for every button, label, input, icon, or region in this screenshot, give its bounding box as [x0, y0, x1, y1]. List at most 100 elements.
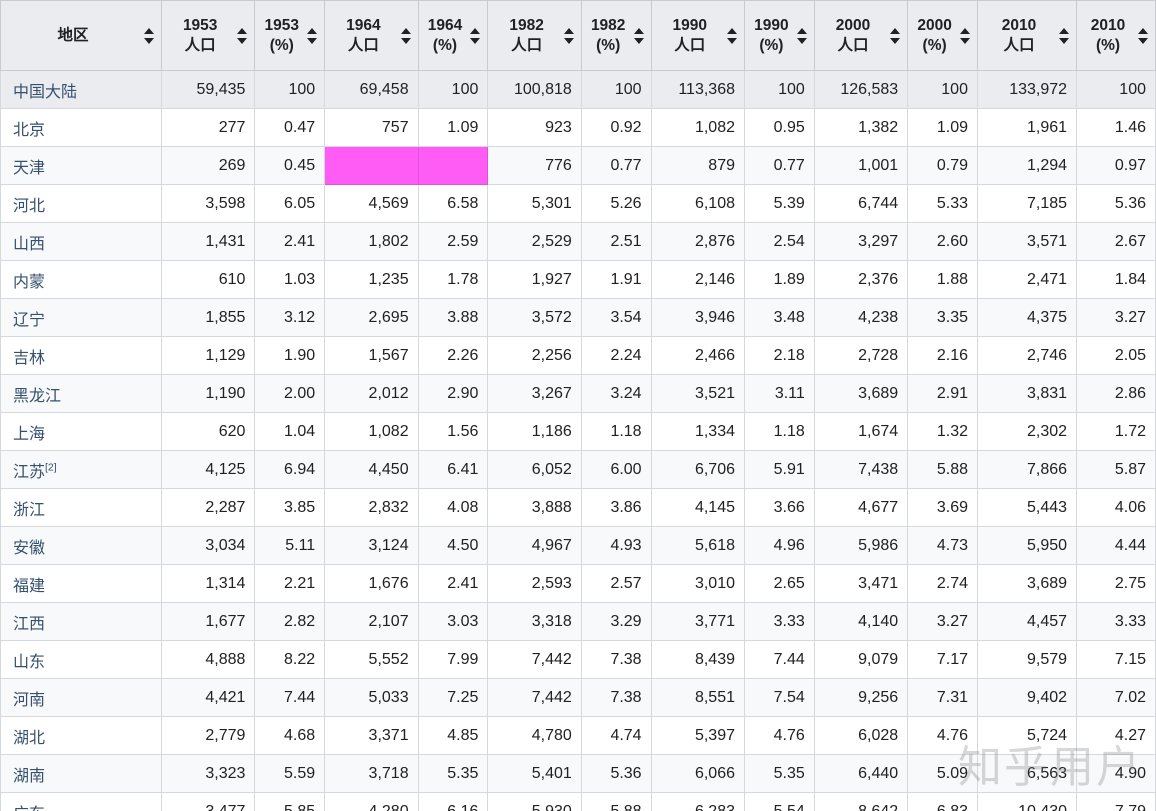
- region-link[interactable]: 河北: [13, 198, 45, 215]
- region-link[interactable]: 广东: [13, 806, 45, 811]
- column-header-1982-population[interactable]: 1982 人口: [487, 0, 582, 71]
- region-link[interactable]: 河南: [13, 692, 45, 709]
- data-cell: 3.48: [744, 298, 815, 337]
- sort-toggle-icon[interactable]: [307, 27, 318, 45]
- data-cell: 2.00: [254, 374, 326, 413]
- column-header-2010-population[interactable]: 2010 人口: [976, 0, 1078, 71]
- region-link[interactable]: 山西: [13, 236, 45, 253]
- region-name-cell[interactable]: 北京: [0, 108, 162, 147]
- data-cell: 8.22: [254, 640, 326, 679]
- region-name-cell[interactable]: 黑龙江: [0, 374, 162, 413]
- region-link[interactable]: 中国大陆: [13, 84, 77, 101]
- column-header-1990-percent[interactable]: 1990 (%): [744, 0, 815, 71]
- column-header-2010-percent[interactable]: 2010 (%): [1076, 0, 1156, 71]
- column-header-1990-population[interactable]: 1990 人口: [650, 0, 746, 71]
- data-cell: 100,818: [487, 70, 582, 109]
- region-name-cell[interactable]: 江苏[2]: [0, 450, 162, 489]
- column-header-region[interactable]: 地区: [0, 0, 162, 71]
- sort-toggle-icon[interactable]: [959, 27, 971, 45]
- data-cell: 7.38: [580, 678, 652, 717]
- data-cell: 1,567: [324, 336, 419, 375]
- sort-toggle-icon[interactable]: [796, 27, 808, 45]
- region-name-cell[interactable]: 山东: [0, 640, 162, 679]
- region-name-cell[interactable]: 浙江: [0, 488, 162, 527]
- column-header-metric: (%): [596, 36, 621, 54]
- region-name-cell[interactable]: 江西: [0, 602, 162, 641]
- data-cell: 3,571: [976, 222, 1078, 261]
- region-name-cell[interactable]: 湖北: [0, 716, 162, 755]
- sort-toggle-icon[interactable]: [400, 27, 412, 45]
- data-cell: 3.12: [254, 298, 326, 337]
- region-name-cell[interactable]: 山西: [0, 222, 162, 261]
- region-link[interactable]: 辽宁: [13, 312, 45, 329]
- column-header-1953-percent[interactable]: 1953 (%): [254, 0, 326, 71]
- region-name-cell[interactable]: 福建: [0, 564, 162, 603]
- data-cell: 6.41: [417, 450, 489, 489]
- sort-toggle-icon[interactable]: [143, 27, 155, 45]
- region-link[interactable]: 天津: [13, 160, 45, 177]
- table-row: 湖北 2,779 4.68 3,371 4.85 4,780 4.74 5,397 4.76 6,…: [0, 716, 1156, 755]
- sort-toggle-icon[interactable]: [563, 27, 575, 45]
- data-cell: 3,946: [650, 298, 746, 337]
- data-cell: 8,551: [650, 678, 746, 717]
- region-link[interactable]: 山东: [13, 654, 45, 671]
- data-cell: 3,124: [324, 526, 419, 565]
- region-link[interactable]: 黑龙江: [13, 388, 61, 405]
- column-header-1964-population[interactable]: 1964 人口: [324, 0, 419, 71]
- data-cell: 4.73: [907, 526, 978, 565]
- region-link[interactable]: 上海: [13, 426, 45, 443]
- region-link[interactable]: 江苏: [13, 464, 45, 481]
- region-name-cell[interactable]: 辽宁: [0, 298, 162, 337]
- data-cell: 2,012: [324, 374, 419, 413]
- column-header-2000-population[interactable]: 2000 人口: [813, 0, 909, 71]
- data-cell: 1.78: [417, 260, 489, 299]
- column-header-1964-percent[interactable]: 1964 (%): [417, 0, 489, 71]
- column-header-1953-population[interactable]: 1953 人口: [160, 0, 256, 71]
- region-name-cell[interactable]: 河北: [0, 184, 162, 223]
- data-cell: 757: [324, 108, 419, 147]
- region-name-cell[interactable]: 安徽: [0, 526, 162, 565]
- sort-toggle-icon[interactable]: [470, 27, 481, 45]
- region-name-cell[interactable]: 中国大陆: [0, 70, 162, 109]
- region-link[interactable]: 浙江: [13, 502, 45, 519]
- region-link[interactable]: 安徽: [13, 540, 45, 557]
- sort-toggle-icon[interactable]: [1059, 27, 1070, 45]
- region-link[interactable]: 北京: [13, 122, 45, 139]
- region-name-cell[interactable]: 河南: [0, 678, 162, 717]
- region-name-cell[interactable]: 上海: [0, 412, 162, 451]
- column-header-metric: 人口: [1003, 36, 1035, 54]
- sort-toggle-icon[interactable]: [1138, 27, 1149, 45]
- data-cell: 1,186: [487, 412, 582, 451]
- region-link[interactable]: 福建: [13, 578, 45, 595]
- sort-toggle-icon[interactable]: [237, 27, 248, 45]
- region-name-cell[interactable]: 湖南: [0, 754, 162, 793]
- data-cell: 6.94: [254, 450, 326, 489]
- data-cell: 3,689: [976, 564, 1078, 603]
- reference-marker[interactable]: [2]: [45, 461, 57, 473]
- data-cell: 2,466: [650, 336, 746, 375]
- highlighted-data-cell: [324, 146, 419, 185]
- table-row: 吉林 1,129 1.90 1,567 2.26 2,256 2.24 2,466 2.18 2,…: [0, 336, 1156, 375]
- sort-toggle-icon[interactable]: [633, 27, 645, 45]
- data-cell: 3.29: [580, 602, 652, 641]
- data-cell: 6,052: [487, 450, 582, 489]
- region-name-cell[interactable]: 天津: [0, 146, 162, 185]
- data-cell: 923: [487, 108, 582, 147]
- sort-toggle-icon[interactable]: [890, 27, 901, 45]
- data-cell: 5,724: [976, 716, 1078, 755]
- region-link[interactable]: 湖北: [13, 730, 45, 747]
- region-name-cell[interactable]: 广东: [0, 792, 162, 811]
- region-name-cell[interactable]: 内蒙: [0, 260, 162, 299]
- region-link[interactable]: 内蒙: [13, 274, 45, 291]
- column-header-1982-percent[interactable]: 1982 (%): [580, 0, 652, 71]
- region-link[interactable]: 湖南: [13, 768, 45, 785]
- region-link[interactable]: 吉林: [13, 350, 45, 367]
- region-link[interactable]: 江西: [13, 616, 45, 633]
- table-row: 江西 1,677 2.82 2,107 3.03 3,318 3.29 3,771 3.33 4,…: [0, 602, 1156, 641]
- region-name-cell[interactable]: 吉林: [0, 336, 162, 375]
- sort-toggle-icon[interactable]: [727, 27, 738, 45]
- column-header-year: 1990: [754, 16, 789, 34]
- column-header-2000-percent[interactable]: 2000 (%): [907, 0, 978, 71]
- data-cell: 0.95: [744, 108, 815, 147]
- data-cell: 100: [744, 70, 815, 109]
